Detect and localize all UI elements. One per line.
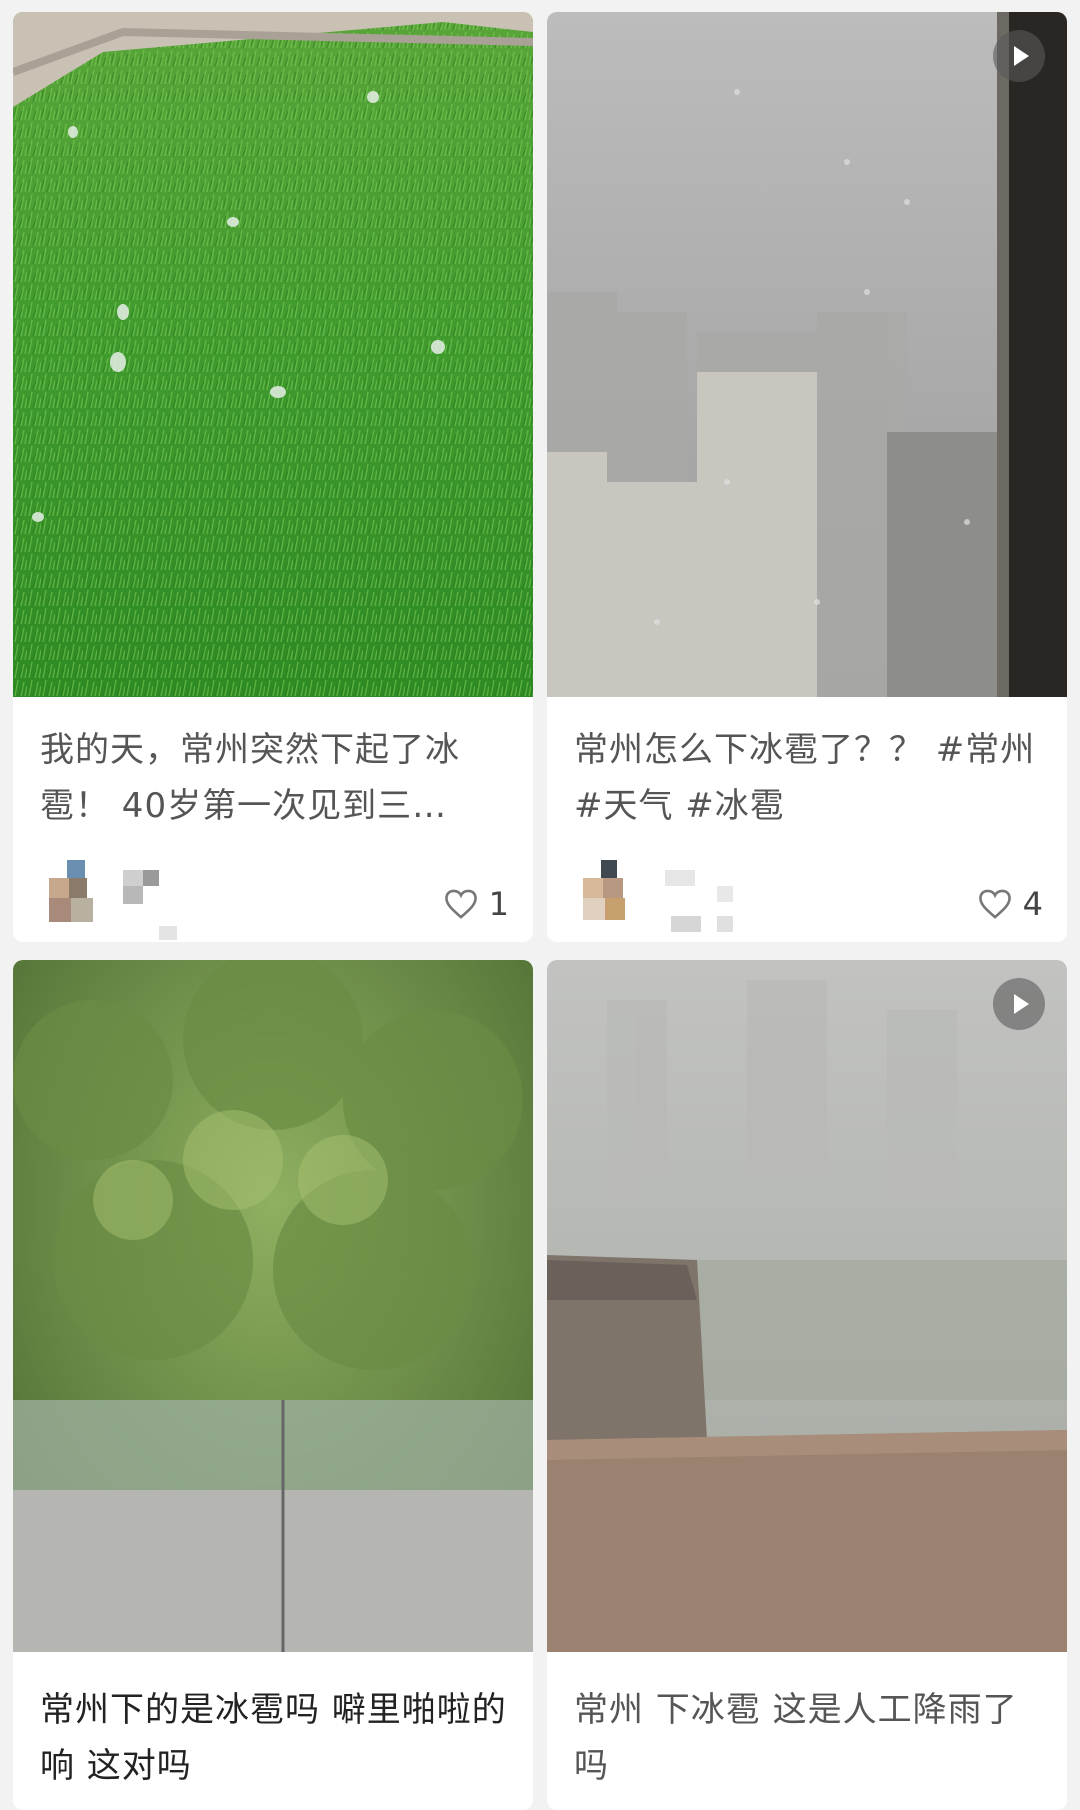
trees-balcony-image (13, 960, 533, 1652)
city-fog-image (547, 12, 1067, 697)
avatar[interactable] (49, 860, 107, 932)
heart-outline-icon (978, 889, 1011, 919)
post-thumbnail[interactable] (13, 12, 533, 697)
like-button[interactable]: 1 (443, 885, 509, 923)
username[interactable] (657, 870, 737, 932)
feed-card[interactable]: 常州 下冰雹 这是人工降雨了吗 (547, 960, 1067, 1810)
post-title[interactable]: 常州下的是冰雹吗 噼里啪啦的响 这对吗 (40, 1682, 509, 1794)
post-thumbnail[interactable] (13, 960, 533, 1652)
post-meta: 1 (13, 860, 533, 940)
post-thumbnail[interactable] (547, 960, 1067, 1652)
post-thumbnail[interactable] (547, 12, 1067, 697)
like-count: 4 (1022, 885, 1043, 923)
username[interactable] (123, 870, 203, 940)
feed-card[interactable]: 我的天，常州突然下起了冰雹！ 40岁第一次见到三… 1 (13, 12, 533, 942)
play-icon[interactable] (993, 978, 1045, 1030)
heart-outline-icon (444, 889, 477, 919)
grass-image (13, 12, 533, 697)
like-count: 1 (488, 885, 509, 923)
post-meta: 4 (547, 860, 1067, 940)
post-title[interactable]: 常州 下冰雹 这是人工降雨了吗 (574, 1682, 1043, 1794)
like-button[interactable]: 4 (977, 885, 1043, 923)
feed-card[interactable]: 常州下的是冰雹吗 噼里啪啦的响 这对吗 (13, 960, 533, 1810)
hazy-rooftop-image (547, 960, 1067, 1652)
feed-card[interactable]: 常州怎么下冰雹了？？ #常州 #天气 #冰雹 4 (547, 12, 1067, 942)
post-title[interactable]: 常州怎么下冰雹了？？ #常州 #天气 #冰雹 (574, 722, 1043, 834)
avatar[interactable] (583, 860, 641, 932)
play-icon[interactable] (993, 30, 1045, 82)
post-title[interactable]: 我的天，常州突然下起了冰雹！ 40岁第一次见到三… (40, 722, 509, 834)
